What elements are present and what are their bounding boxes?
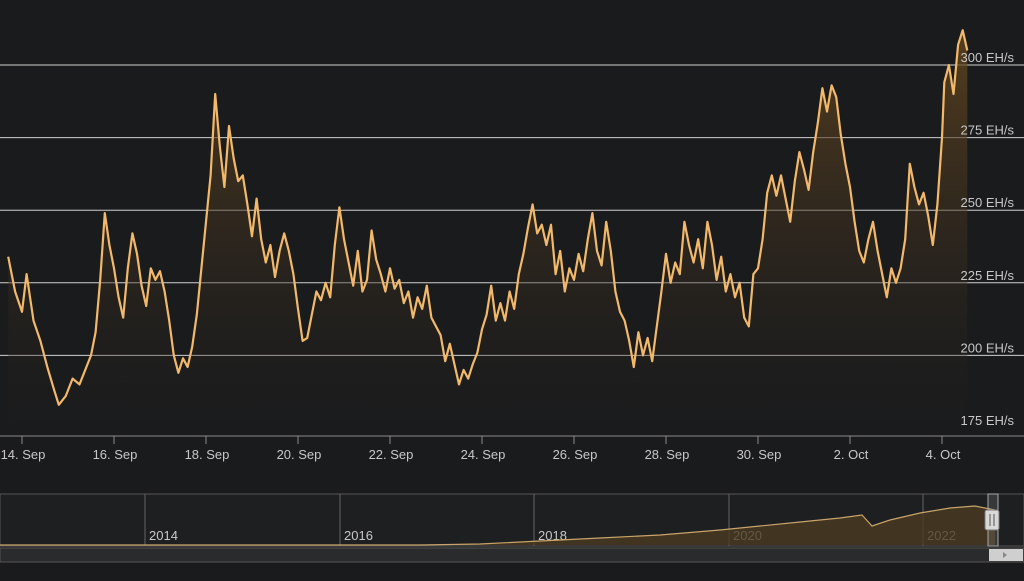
- y-tick-label: 200 EH/s: [961, 340, 1015, 355]
- x-tick-label: 18. Sep: [185, 447, 230, 462]
- y-tick-label: 225 EH/s: [961, 268, 1015, 283]
- navigator-scrollbar-track[interactable]: [0, 547, 1024, 563]
- navigator-year-label: 2016: [344, 528, 373, 543]
- y-tick-label: 275 EH/s: [961, 123, 1015, 138]
- navigator[interactable]: 20142016201820202022: [0, 493, 1024, 563]
- x-tick-label: 16. Sep: [93, 447, 138, 462]
- x-tick-label: 4. Oct: [926, 447, 961, 462]
- x-tick-label: 28. Sep: [645, 447, 690, 462]
- x-tick-label: 30. Sep: [737, 447, 782, 462]
- x-tick-label: 24. Sep: [461, 447, 506, 462]
- x-tick-label: 14. Sep: [1, 447, 46, 462]
- navigator-year-label: 2014: [149, 528, 178, 543]
- x-tick-label: 20. Sep: [277, 447, 322, 462]
- hashrate-chart: 175 EH/s 200 EH/s 225 EH/s 250 EH/s 275 EH/s…: [0, 0, 1024, 576]
- y-tick-label: 300 EH/s: [961, 50, 1015, 65]
- y-axis-labels: 175 EH/s 200 EH/s 225 EH/s 250 EH/s 275 EH/s…: [961, 50, 1015, 428]
- chart-canvas: 175 EH/s 200 EH/s 225 EH/s 250 EH/s 275 EH/s…: [0, 29, 1024, 563]
- x-axis: 14. Sep 16. Sep 18. Sep 20. Sep 22. Sep 24. S…: [0, 435, 1024, 462]
- navigator-handle-grip-icon[interactable]: [984, 509, 1000, 531]
- y-tick-label: 175 EH/s: [961, 413, 1015, 428]
- x-tick-label: 26. Sep: [553, 447, 598, 462]
- y-tick-label: 250 EH/s: [961, 195, 1015, 210]
- x-tick-label: 22. Sep: [369, 447, 414, 462]
- x-tick-label: 2. Oct: [834, 447, 869, 462]
